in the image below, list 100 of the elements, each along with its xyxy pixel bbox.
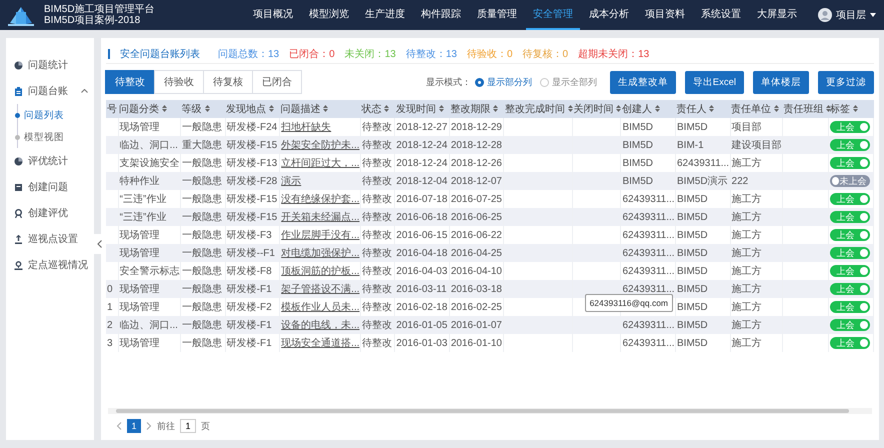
platform-title: BIM5D项目案例-2018 — [44, 15, 142, 26]
table-cell: 2018-12-24 — [396, 140, 448, 150]
action-button[interactable]: 更多过滤 — [818, 70, 874, 94]
table-cell: 研发楼-F13 — [226, 158, 278, 169]
description-link[interactable]: 顶板洞筋的护板... — [281, 266, 360, 277]
description-link[interactable]: 立杆间距过大，... — [281, 158, 360, 169]
sidebar-item[interactable]: 评优统计 — [28, 154, 68, 168]
user-name[interactable]: 项目层 — [836, 8, 866, 22]
nav-tab[interactable]: 大屏显示 — [750, 0, 804, 30]
chevron-right-icon — [146, 422, 152, 430]
action-button[interactable]: 生成整改单 — [610, 70, 676, 94]
upload-pin-icon — [14, 234, 23, 244]
sidebar-subitem[interactable]: 问题列表 — [18, 104, 94, 126]
action-button[interactable]: 单体楼层 — [753, 70, 809, 94]
sidebar-item[interactable]: 创建评优 — [28, 206, 68, 220]
column-header: 号 — [106, 100, 118, 118]
table-cell: 2016-07-18 — [396, 194, 448, 204]
table-cell: 2018-12-26 — [450, 158, 502, 168]
table-cell: 现场管理 — [120, 302, 160, 313]
collapse-handle[interactable] — [94, 234, 104, 254]
nav-tab[interactable]: 构件跟踪 — [414, 0, 468, 30]
description-link[interactable]: 作业层脚手没有... — [281, 230, 360, 241]
table-cell: 222 — [732, 176, 748, 186]
action-button[interactable]: 导出Excel — [684, 70, 744, 94]
sort-icon — [384, 105, 390, 112]
table-cell: 一般隐患 — [182, 122, 222, 133]
chevron-left-icon — [116, 422, 122, 430]
page-unit: 页 — [201, 420, 210, 432]
sort-icon — [204, 105, 210, 112]
table-cell: 62439311... — [622, 194, 675, 204]
table-cell: 待整改 — [362, 320, 392, 331]
nav-tab[interactable]: 生产进度 — [358, 0, 412, 30]
sidebar-item[interactable]: 问题统计 — [28, 58, 68, 72]
stat-count: 超期未关闭：13 — [578, 48, 650, 60]
avatar-icon — [818, 8, 832, 22]
table-cell: 现场管理 — [120, 248, 160, 259]
table-cell: BIM5D — [622, 122, 654, 132]
table-cell: 研发楼-F15 — [226, 140, 278, 151]
pie-chart-icon — [14, 156, 23, 166]
table-cell: 2018-12-27 — [396, 122, 448, 132]
table-cell: 待整改 — [362, 338, 392, 349]
sort-icon — [654, 105, 660, 112]
table-cell: 施工方 — [732, 158, 762, 169]
table-cell: 待整改 — [362, 230, 392, 241]
status-tab[interactable]: 待复核 — [203, 70, 253, 94]
stat-count: 待验收：0 — [466, 48, 512, 60]
description-link[interactable]: 演示 — [281, 176, 302, 187]
sidebar-item[interactable]: 巡视点设置 — [28, 232, 78, 246]
description-link[interactable]: 没有绝缘保护套... — [281, 194, 360, 205]
pie-chart-icon — [14, 60, 23, 70]
status-tab[interactable]: 待整改 — [105, 70, 155, 94]
radio-label[interactable]: 显示部分列 — [486, 76, 532, 88]
table-cell: 施工方 — [732, 338, 762, 349]
table-cell: 2018-12-07 — [450, 176, 502, 186]
radio-label[interactable]: 显示全部列 — [552, 76, 597, 88]
horizontal-scrollbar[interactable] — [108, 408, 872, 414]
nav-tab[interactable]: 安全管理 — [526, 0, 580, 30]
table-cell: 2016-01-10 — [450, 338, 502, 348]
description-link[interactable]: 模板作业人员未... — [281, 302, 360, 313]
nav-tab[interactable]: 成本分析 — [582, 0, 636, 30]
table-cell: 2016-01-05 — [396, 320, 448, 330]
table-cell: “三违”作业 — [120, 194, 166, 205]
page-input[interactable]: 1 — [180, 419, 196, 433]
table-cell: 待整改 — [362, 194, 392, 205]
table-cell: 施工方 — [732, 212, 762, 223]
table-cell: 2016-01-07 — [450, 320, 502, 330]
table-cell: 待整改 — [362, 140, 392, 151]
nav-tab[interactable]: 质量管理 — [470, 0, 524, 30]
table-cell: 施工方 — [732, 266, 762, 277]
table-cell: 2016-04-03 — [396, 266, 448, 276]
description-link[interactable]: 扫地杆缺失 — [281, 122, 332, 133]
table-cell: BIM5D — [677, 212, 708, 222]
nav-tab[interactable]: 系统设置 — [694, 0, 748, 30]
status-tab[interactable]: 已闭合 — [252, 70, 302, 94]
table-cell: BIM5D — [677, 302, 708, 312]
radio-button[interactable] — [474, 78, 484, 86]
sidebar-item[interactable]: 定点巡视情况 — [28, 258, 88, 272]
location-pin-icon — [14, 260, 23, 270]
sidebar-item[interactable]: 问题台账 — [28, 84, 68, 98]
table-cell: 2018-12-28 — [450, 140, 502, 150]
table-cell: 一般隐患 — [182, 212, 222, 223]
sidebar-item[interactable]: 创建问题 — [28, 180, 68, 194]
page-button[interactable]: 1 — [127, 419, 141, 433]
nav-tab[interactable]: 项目概况 — [246, 0, 300, 30]
table-cell: 施工方 — [732, 248, 762, 259]
table-cell: 研发楼-F28 — [226, 176, 278, 187]
table-cell: 待整改 — [362, 158, 392, 169]
table-cell: 一般隐患 — [182, 194, 222, 205]
sidebar-subitem[interactable]: 模型视图 — [18, 126, 94, 148]
nav-tab[interactable]: 模型浏览 — [302, 0, 356, 30]
status-tab[interactable]: 待验收 — [154, 70, 204, 94]
table-cell: 2016-02-25 — [450, 302, 502, 312]
table-cell: 62439311... — [622, 266, 675, 276]
table-cell: 62439311... — [622, 320, 675, 330]
table-cell: 研发楼--F1 — [226, 248, 275, 259]
table-cell: 施工方 — [732, 320, 762, 331]
table-cell: 62439311... — [622, 248, 675, 258]
table-cell: 待整改 — [362, 302, 392, 313]
nav-tab[interactable]: 项目资料 — [638, 0, 692, 30]
description-link[interactable]: 现场安全通道搭... — [281, 338, 360, 349]
